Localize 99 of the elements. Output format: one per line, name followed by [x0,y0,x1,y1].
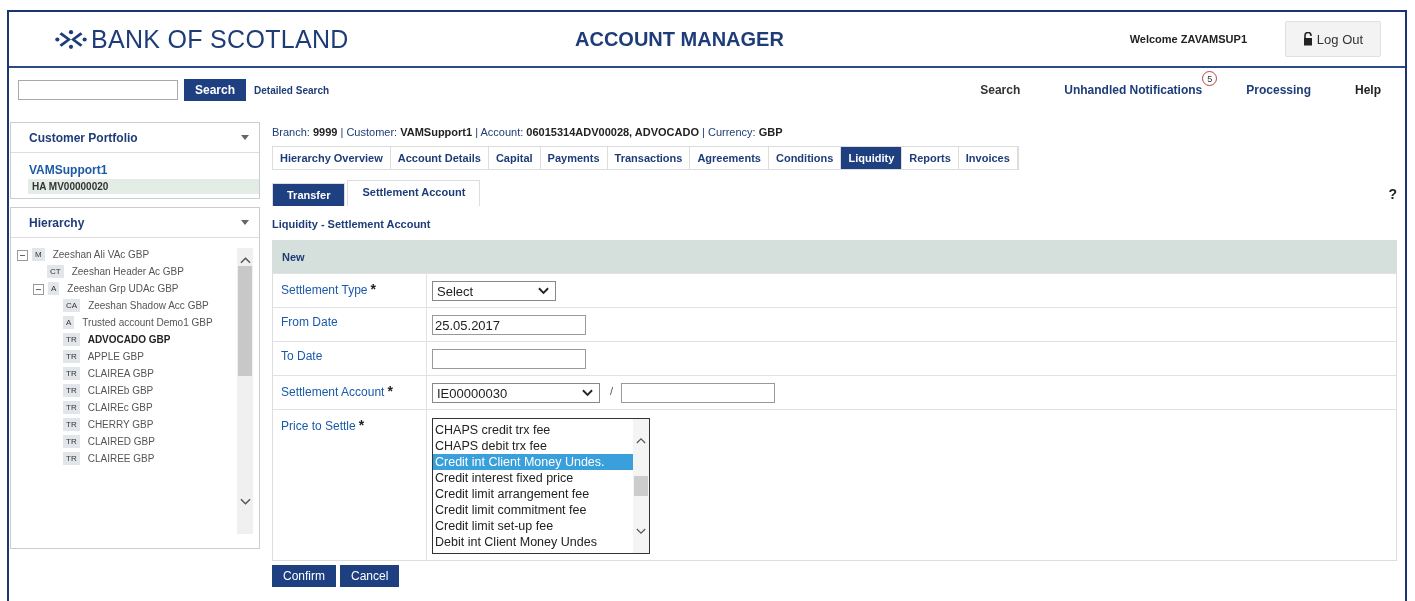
list-option[interactable]: Credit limit commitment fee [433,502,633,518]
list-option[interactable]: CHAPS debit trx fee [433,438,633,454]
section-title: New [282,250,305,263]
tab[interactable]: Reports [902,147,959,169]
scroll-thumb[interactable] [238,266,252,376]
tree-item[interactable]: CLAIREA GBP [87,367,228,381]
field-label: To Date [281,349,323,363]
account-type-tag: TR [63,452,80,465]
tree-item[interactable]: CLAIREE GBP [87,452,228,466]
chevron-up-icon [636,437,646,444]
field-label: Settlement Account [281,385,385,399]
tab[interactable]: Invoices [958,147,1018,169]
account-type-tag: CA [63,299,81,312]
field-label: Price to Settle [281,419,356,433]
logo-icon [55,28,87,50]
tab[interactable]: Hierarchy Overview [273,147,391,169]
tree-item[interactable]: Trusted account Demo1 GBP [82,316,223,330]
tree-item[interactable]: CLAIRED GBP [87,435,228,449]
panel-title: Customer Portfolio [29,130,138,145]
required-mark: * [370,281,376,297]
tree-item[interactable]: ADVOCADO GBP [87,333,228,347]
caret-icon [241,135,249,140]
search-field[interactable] [18,80,178,100]
nav-link[interactable]: Search [980,83,1021,97]
tree-item[interactable]: CHERRY GBP [87,418,228,432]
dropdown[interactable]: Select [432,281,556,301]
listbox[interactable] [432,418,650,554]
scrollbar[interactable] [633,419,649,553]
separator-text: / [610,385,614,397]
list-option[interactable]: Credit limit arrangement fee [433,486,633,502]
chevron-up-icon [239,256,251,264]
panel-header[interactable]: Hierarchy [11,208,259,238]
tab[interactable]: Payments [540,147,608,169]
field-label: From Date [281,315,338,329]
nav-link[interactable]: Processing [1246,83,1311,97]
tab[interactable]: Capital [488,147,541,169]
tree-item[interactable]: Zeeshan Header Ac GBP [71,265,212,279]
dropdown[interactable]: IE00000030 [432,383,600,403]
collapse-toggle[interactable] [33,284,44,295]
account-type-tag: CT [47,265,64,278]
tab[interactable]: Liquidity [841,147,903,169]
welcome-text: Welcome ZAVAMSUP1 [1129,33,1247,45]
account-type-tag: A [48,282,60,295]
form-button[interactable]: Confirm [272,565,336,587]
subtab[interactable]: Transfer [272,183,346,206]
account-type-tag: TR [63,367,80,380]
field-label: Settlement Type [281,283,368,297]
breadcrumb: Branch: 9999 | Customer: VAMSupport1 | Account: 06015314ADV00028, ADVOCADO | Currency: GBP [272,126,784,138]
tab[interactable]: Account Details [390,147,489,169]
tree-item[interactable]: Zeeshan Shadow Acc GBP [88,299,229,313]
section-heading: Liquidity - Settlement Account [272,218,432,230]
tab[interactable]: Agreements [690,147,769,169]
tree-item[interactable]: CLAIREb GBP [87,384,228,398]
account-type-tag: A [63,316,75,329]
tree-item[interactable]: Zeeshan Ali VAc GBP [52,248,193,262]
required-mark: * [387,383,393,399]
account-item[interactable]: HA MV00000020 [28,179,259,194]
customer-name[interactable]: VAMSupport1 [11,153,259,179]
bank-logo-text: BANK OF SCOTLAND [91,24,349,54]
caret-icon [241,220,249,225]
collapse-toggle[interactable] [17,250,28,261]
form-button[interactable]: Cancel [340,565,400,587]
chevron-down-icon [582,389,593,397]
account-type-tag: TR [63,435,80,448]
account-type-tag: TR [63,384,80,397]
tab[interactable]: Transactions [607,147,691,169]
chevron-down-icon [636,528,646,535]
date-field[interactable]: 25.05.2017 [432,315,586,335]
scroll-thumb[interactable] [634,476,648,496]
subtab[interactable]: Settlement Account [347,180,481,206]
account-type-tag: TR [63,418,80,431]
account-type-tag: TR [63,401,80,414]
padlock-icon [1302,32,1313,46]
required-mark: * [358,417,365,433]
panel-title: Hierarchy [29,215,85,230]
tree-item[interactable]: CLAIREc GBP [87,401,228,415]
help-link[interactable]: ? [1388,185,1397,202]
logout-button[interactable]: Log Out [1285,21,1381,57]
date-field[interactable] [432,349,586,369]
detailed-search-link[interactable]: Detailed Search [254,84,330,96]
notification-badge: 5 [1202,71,1218,86]
search-button[interactable]: Search [184,79,247,101]
tree-item[interactable]: Zeeshan Grp UDAc GBP [67,282,208,296]
list-option[interactable]: CHAPS credit trx fee [433,422,633,438]
account-type-tag: TR [63,333,80,346]
chevron-down-icon [538,287,549,295]
tree-item[interactable]: APPLE GBP [87,350,228,364]
input-field[interactable] [621,383,776,403]
app-title: ACCOUNT MANAGER [575,27,785,51]
nav-link[interactable]: Unhandled Notifications [1064,83,1203,97]
panel-header[interactable]: Customer Portfolio [11,123,259,153]
account-type-tag: TR [63,350,80,363]
nav-link[interactable]: Help [1355,83,1381,97]
account-type-tag: M [32,248,45,261]
chevron-down-icon [239,498,251,506]
list-option[interactable]: Credit interest fixed price [433,470,633,486]
list-option[interactable]: Debit int Client Money Undes [433,534,633,550]
list-option[interactable]: Credit limit set-up fee [433,518,633,534]
scrollbar[interactable] [237,248,253,534]
